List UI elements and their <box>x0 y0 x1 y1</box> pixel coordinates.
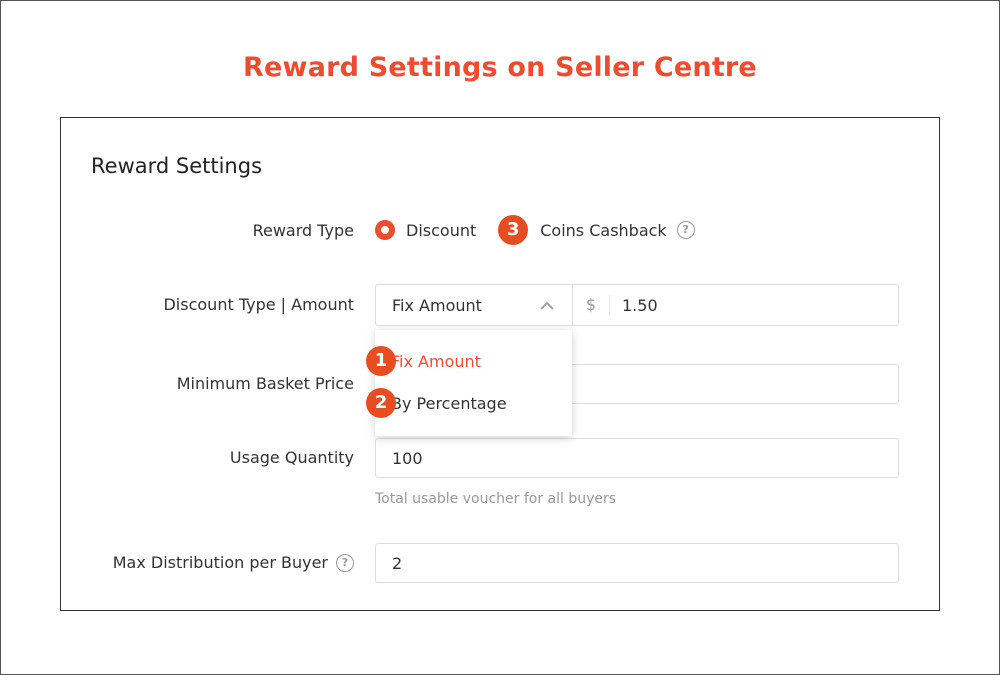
usage-quantity-label: Usage Quantity <box>229 448 354 467</box>
step-badge-3: 3 <box>498 215 529 245</box>
dropdown-item-label: Fix Amount <box>391 352 481 371</box>
chevron-up-icon <box>540 301 554 310</box>
min-basket-label: Minimum Basket Price <box>176 374 354 393</box>
reward-type-label: Reward Type <box>252 221 354 240</box>
discount-option-label[interactable]: Discount <box>406 221 476 240</box>
max-distribution-input[interactable]: 2 <box>375 543 899 583</box>
reward-settings-card: Reward Settings Reward Type Discount 3 C… <box>60 117 940 611</box>
step-badge-2: 2 <box>366 388 396 418</box>
usage-quantity-hint: Total usable voucher for all buyers <box>375 491 617 507</box>
usage-quantity-input[interactable]: 100 <box>375 438 899 478</box>
discount-radio[interactable] <box>375 220 395 240</box>
discount-type-label: Discount Type | Amount <box>163 295 354 314</box>
dropdown-item-fix-amount[interactable]: 1 Fix Amount <box>366 346 481 376</box>
max-distribution-label: Max Distribution per Buyer <box>112 553 328 572</box>
page-title: Reward Settings on Seller Centre <box>243 52 757 83</box>
discount-type-selected: Fix Amount <box>392 295 482 315</box>
step-badge-1: 1 <box>366 346 396 376</box>
card-title: Reward Settings <box>91 154 263 178</box>
discount-amount-value: 1.50 <box>622 295 658 315</box>
discount-type-dropdown: 1 Fix Amount 2 By Percentage <box>366 330 572 436</box>
dropdown-item-label: By Percentage <box>391 394 507 413</box>
question-circle-icon[interactable]: ? <box>336 553 354 572</box>
coins-cashback-option-label[interactable]: Coins Cashback <box>540 221 666 240</box>
currency-symbol: $ <box>573 295 610 315</box>
dropdown-item-by-percentage[interactable]: 2 By Percentage <box>366 388 507 418</box>
discount-amount-field[interactable]: $ 1.50 <box>572 284 899 326</box>
discount-type-select[interactable]: Fix Amount <box>375 284 573 326</box>
question-circle-icon[interactable]: ? <box>676 221 695 239</box>
reward-type-radio-group: Discount 3 Coins Cashback ? <box>375 215 695 245</box>
max-distribution-label-group: Max Distribution per Buyer ? <box>113 553 354 572</box>
